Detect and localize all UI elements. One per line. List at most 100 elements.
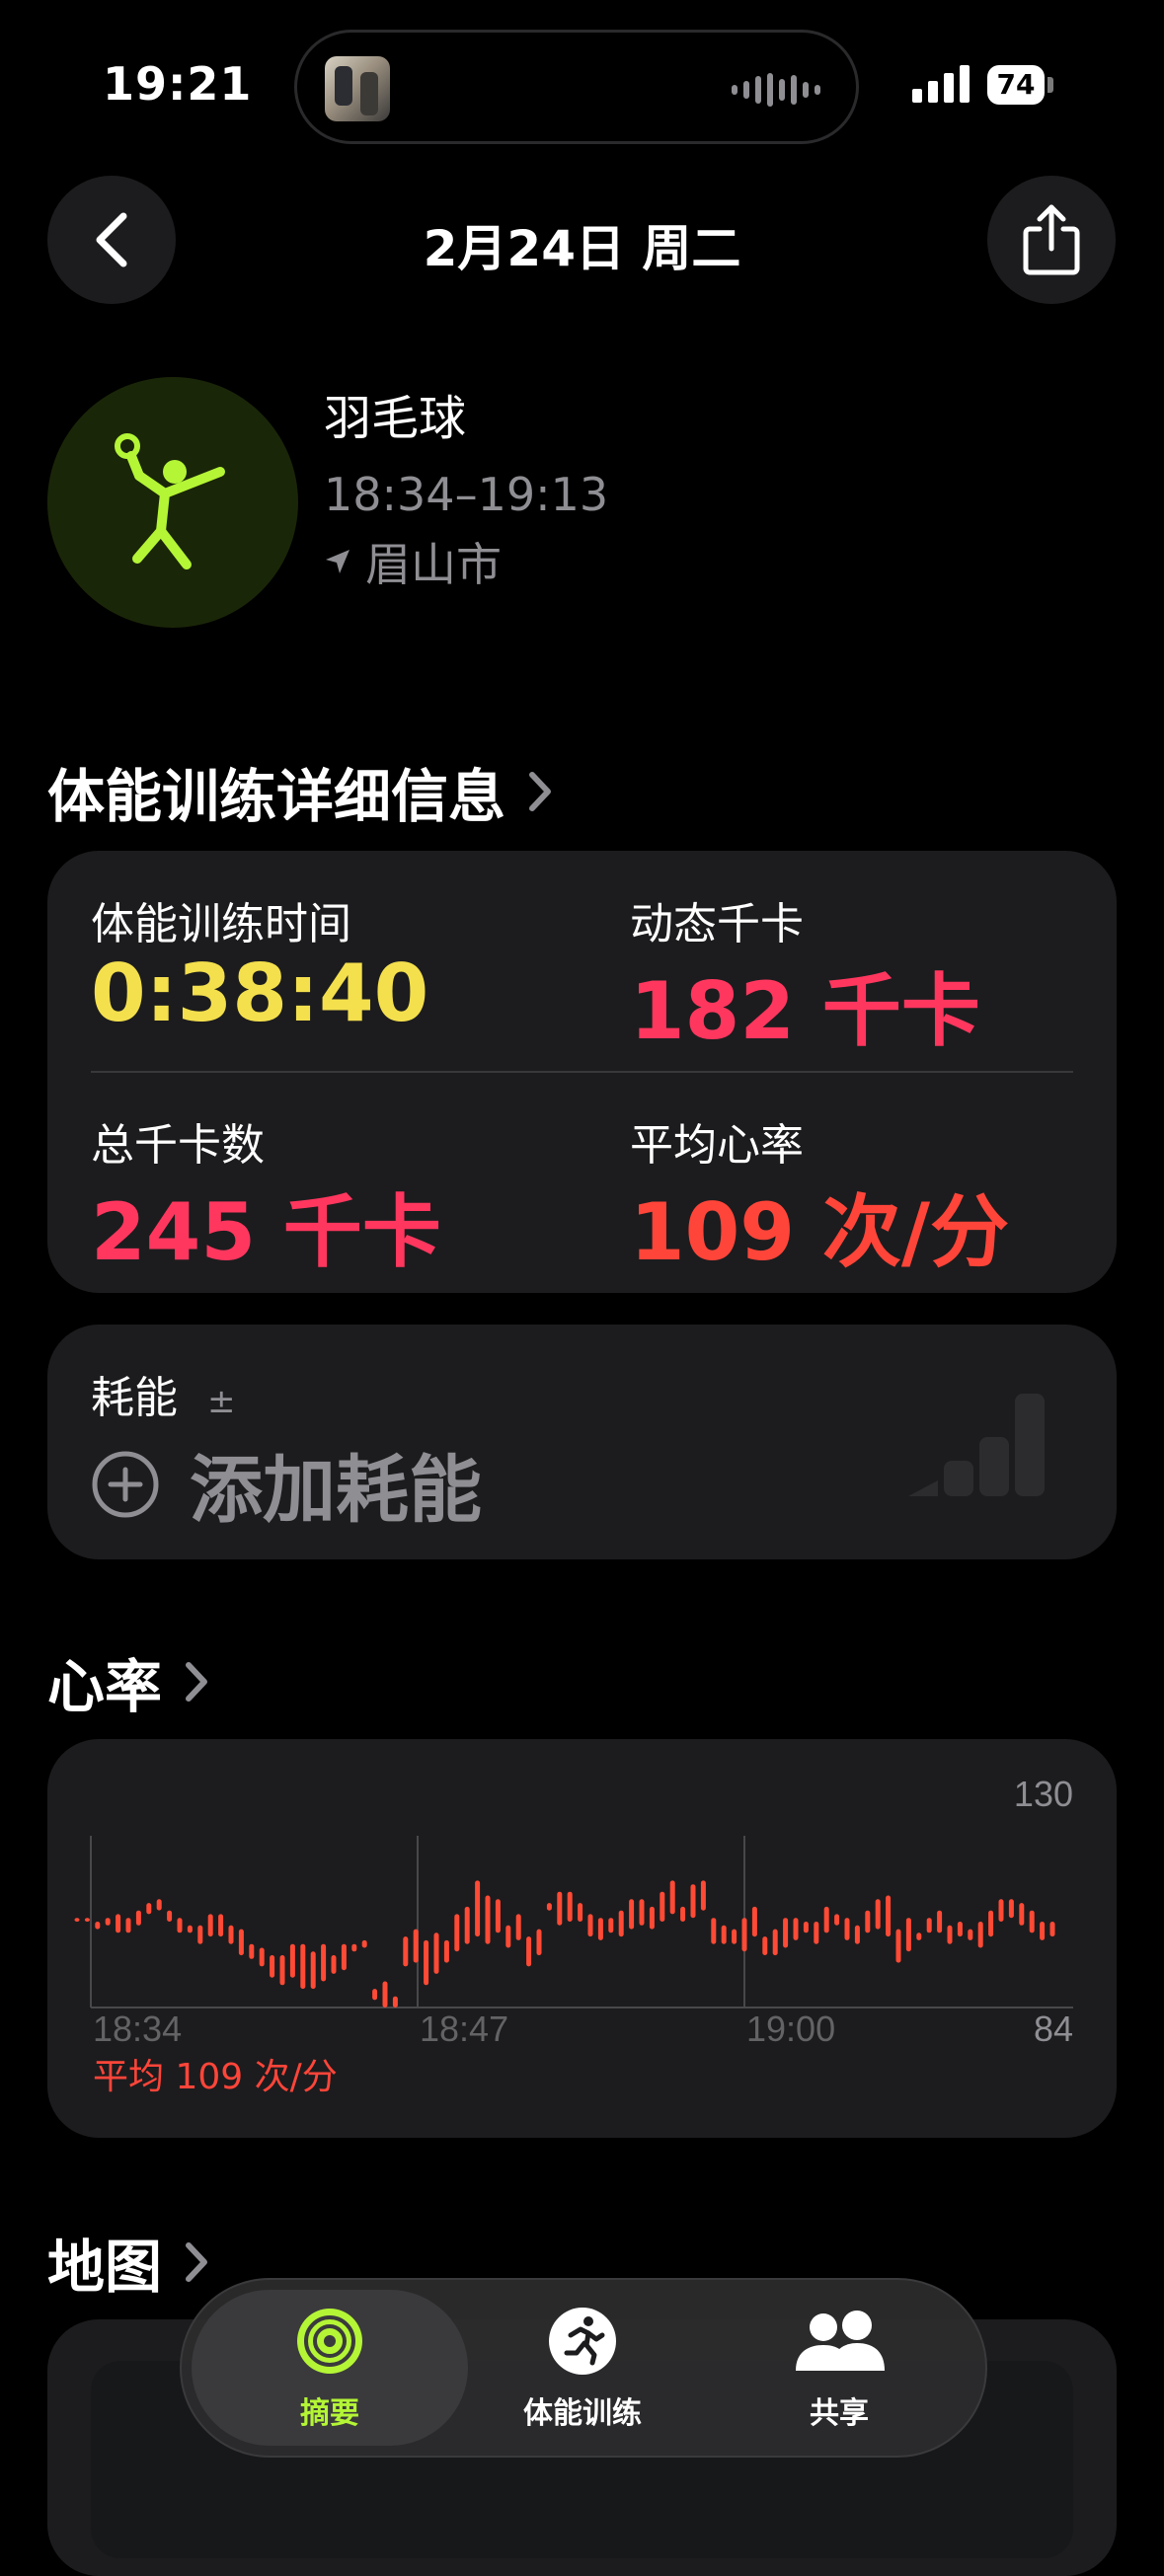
- workout-time-range: 18:34–19:13: [324, 468, 609, 521]
- heart-rate-bar: [957, 1922, 963, 1937]
- heart-rate-bar: [732, 1929, 737, 1944]
- heart-rate-bar: [464, 1906, 470, 1944]
- heart-rate-bar: [968, 1929, 973, 1940]
- heart-rate-bar: [372, 1989, 378, 2001]
- heart-rate-bar: [259, 1947, 265, 1967]
- heart-rate-bar: [515, 1914, 521, 1940]
- heart-rate-bar: [886, 1895, 892, 1937]
- tab-summary[interactable]: 摘要: [211, 2306, 448, 2432]
- heart-rate-bar: [95, 1922, 101, 1930]
- heart-rate-bar: [146, 1903, 152, 1915]
- heart-rate-bar: [618, 1910, 624, 1937]
- heart-rate-bar: [926, 1918, 932, 1933]
- heart-rate-bar: [844, 1918, 850, 1940]
- heart-rate-bar: [690, 1884, 696, 1919]
- chart-x-tick-2: 19:00: [746, 2008, 835, 2049]
- heart-rate-bar: [865, 1910, 871, 1933]
- heart-rate-bar: [711, 1918, 717, 1944]
- details-section-link[interactable]: 体能训练详细信息: [47, 750, 553, 833]
- heart-rate-bar: [125, 1918, 131, 1933]
- heart-rate-bar: [741, 1918, 747, 1952]
- heart-rate-bar: [135, 1910, 141, 1926]
- chart-x-tick-0: 18:34: [93, 2008, 182, 2049]
- tab-sharing[interactable]: 共享: [721, 2306, 958, 2432]
- heart-rate-bar: [536, 1929, 542, 1956]
- effort-label: 耗能: [91, 1373, 178, 1423]
- heart-rate-bar: [721, 1925, 727, 1944]
- details-section-title: 体能训练详细信息: [47, 763, 506, 830]
- heart-rate-bar: [177, 1918, 183, 1933]
- heart-rate-section-link[interactable]: 心率: [47, 1640, 209, 1723]
- heart-rate-bar: [218, 1914, 224, 1937]
- heart-rate-bar: [331, 1955, 337, 1974]
- heart-rate-bar: [207, 1914, 213, 1937]
- heart-rate-bar: [803, 1922, 809, 1933]
- cellular-signal-icon: [912, 63, 970, 103]
- chart-bars: [74, 1880, 1055, 2008]
- duration-value: 0:38:40: [91, 947, 429, 1039]
- heart-rate-bar: [485, 1895, 491, 1944]
- chevron-right-icon: [529, 772, 552, 811]
- heart-rate-bar: [916, 1932, 922, 1940]
- heart-rate-bar: [988, 1910, 994, 1937]
- chart-ymax-label: 130: [1014, 1774, 1073, 1814]
- heart-rate-bar: [998, 1899, 1004, 1922]
- share-button[interactable]: [987, 176, 1116, 304]
- map-section-link[interactable]: 地图: [47, 2221, 209, 2304]
- dynamic-island[interactable]: [294, 30, 859, 144]
- heart-rate-bar: [1008, 1899, 1014, 1919]
- workout-location-text: 眉山市: [365, 538, 502, 591]
- heart-rate-bar: [238, 1929, 244, 1956]
- heart-rate-bar: [84, 1918, 90, 1922]
- heart-rate-bar: [413, 1929, 419, 1963]
- heart-rate-bar: [187, 1925, 193, 1933]
- heart-rate-bar: [783, 1918, 789, 1948]
- workout-title: 羽毛球: [324, 391, 467, 446]
- heart-rate-bar: [937, 1910, 943, 1933]
- heart-rate-bar: [649, 1906, 655, 1930]
- chart-grid: [90, 1836, 1073, 2008]
- heart-rate-bar: [875, 1899, 881, 1930]
- heart-rate-bar: [578, 1903, 583, 1922]
- heart-rate-bar: [751, 1906, 757, 1937]
- heart-rate-bar: [700, 1880, 706, 1911]
- heart-rate-bar: [680, 1906, 686, 1922]
- heart-rate-bar: [300, 1943, 306, 1990]
- chart-ymin-label: 84: [1034, 2008, 1073, 2049]
- heart-rate-bar: [74, 1918, 80, 1922]
- heart-rate-bar: [382, 1981, 388, 2008]
- heart-rate-bar: [433, 1932, 439, 1974]
- status-time: 19:21: [103, 57, 253, 111]
- chart-average-label: 平均 109 次/分: [93, 2057, 338, 2097]
- heart-rate-bar: [341, 1943, 347, 1971]
- battery-tip: [1048, 77, 1053, 93]
- plus-circle-icon: [92, 1451, 159, 1517]
- audio-waveform-icon: [732, 72, 820, 108]
- heart-rate-bar: [505, 1925, 511, 1948]
- metrics-divider: [91, 1071, 1073, 1073]
- heart-rate-bar: [608, 1918, 614, 1933]
- effort-plus-minus: ±: [207, 1382, 236, 1421]
- heart-rate-bar: [156, 1899, 162, 1911]
- heart-rate-bar: [495, 1899, 501, 1933]
- activity-rings-icon: [297, 2309, 362, 2374]
- tab-workouts[interactable]: 体能训练: [464, 2306, 701, 2432]
- people-icon: [796, 2311, 885, 2371]
- add-effort-button[interactable]: 添加耗能: [91, 1431, 482, 1537]
- heart-rate-bar: [669, 1880, 675, 1915]
- heart-rate-bar: [443, 1939, 449, 1963]
- heart-rate-bar: [105, 1918, 111, 1926]
- tab-sharing-label: 共享: [810, 2396, 869, 2431]
- map-section-title: 地图: [47, 2234, 163, 2301]
- heart-rate-bar: [823, 1906, 829, 1933]
- heart-rate-bar: [1019, 1903, 1025, 1926]
- heart-rate-bar: [270, 1955, 275, 1978]
- heart-rate-bar: [793, 1918, 799, 1940]
- heart-rate-bar: [587, 1914, 593, 1937]
- effort-label-row: 耗能 ±: [91, 1362, 236, 1425]
- heart-rate-bar: [1049, 1922, 1055, 1937]
- heart-rate-bar: [834, 1914, 840, 1926]
- active-calories-label: 动态千卡: [630, 899, 804, 949]
- total-calories-value: 245 千卡: [91, 1186, 441, 1278]
- location-arrow-icon: [326, 550, 349, 573]
